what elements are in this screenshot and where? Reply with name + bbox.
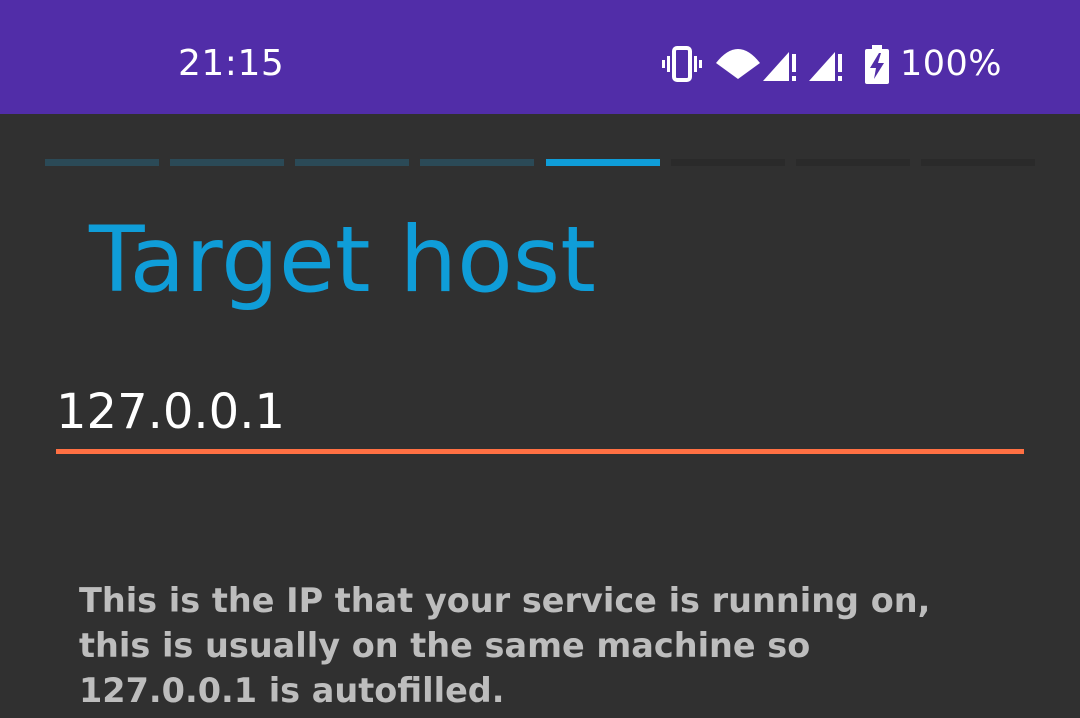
battery-percent: 100% xyxy=(900,44,1003,84)
progress-step-8 xyxy=(920,159,1035,166)
progress-step-6 xyxy=(670,159,785,166)
progress-step-5 xyxy=(545,159,660,166)
status-icons: 100% xyxy=(662,40,1002,88)
progress-step-1 xyxy=(45,159,159,166)
page-title: Target host xyxy=(89,208,596,313)
progress-step-7 xyxy=(795,159,910,166)
target-host-input[interactable] xyxy=(56,380,1024,444)
progress-step-3 xyxy=(295,159,410,166)
status-time: 21:15 xyxy=(178,43,285,84)
battery-charging-icon xyxy=(865,45,889,84)
input-underline xyxy=(56,449,1024,454)
wifi-icon xyxy=(716,49,760,79)
signal-1-icon xyxy=(763,52,796,81)
progress-step-2 xyxy=(170,159,285,166)
progress-step-4 xyxy=(420,159,535,166)
status-bar: 21:15 100% xyxy=(0,0,1080,114)
vibrate-icon xyxy=(662,46,702,82)
signal-2-icon xyxy=(809,52,842,81)
help-text: This is the IP that your service is runn… xyxy=(79,581,931,710)
wizard-progress-indicator xyxy=(45,159,1035,166)
